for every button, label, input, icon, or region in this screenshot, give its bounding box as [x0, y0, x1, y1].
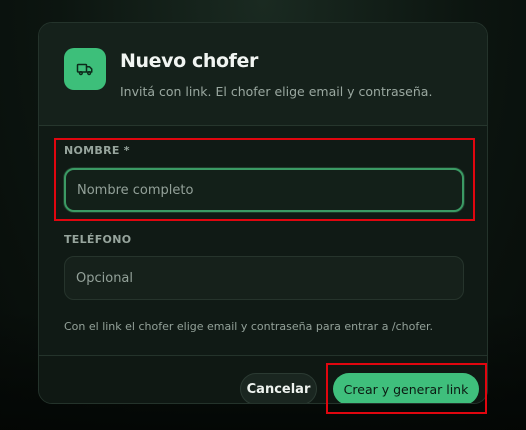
dialog-title: Nuevo chofer [120, 50, 258, 72]
truck-icon [64, 48, 106, 90]
dialog-header: Nuevo chofer Invitá con link. El chofer … [39, 23, 487, 126]
name-field-label: NOMBRE * [64, 144, 130, 157]
create-and-generate-link-button[interactable]: Crear y generar link [333, 373, 479, 403]
phone-field-label: TELÉFONO [64, 233, 132, 246]
dialog-subtitle: Invitá con link. El chofer elige email y… [120, 84, 433, 99]
cancel-button[interactable]: Cancelar [240, 373, 317, 403]
link-hint-text: Con el link el chofer elige email y cont… [64, 320, 434, 333]
phone-input[interactable] [64, 256, 464, 300]
name-input[interactable] [64, 168, 464, 212]
new-driver-dialog: Nuevo chofer Invitá con link. El chofer … [38, 22, 488, 404]
